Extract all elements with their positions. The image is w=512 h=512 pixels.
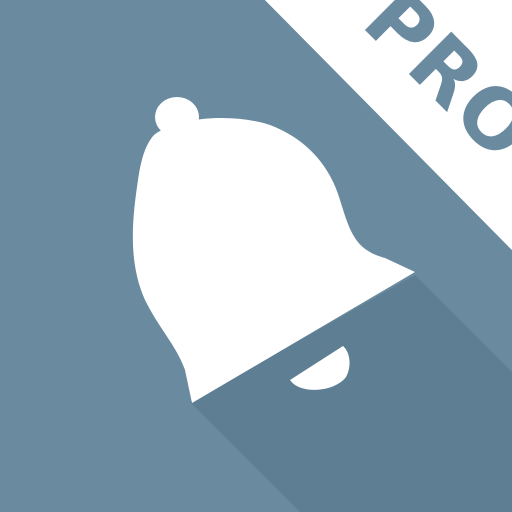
- app-icon: PRO: [0, 0, 512, 512]
- app-icon-canvas: PRO: [0, 0, 512, 512]
